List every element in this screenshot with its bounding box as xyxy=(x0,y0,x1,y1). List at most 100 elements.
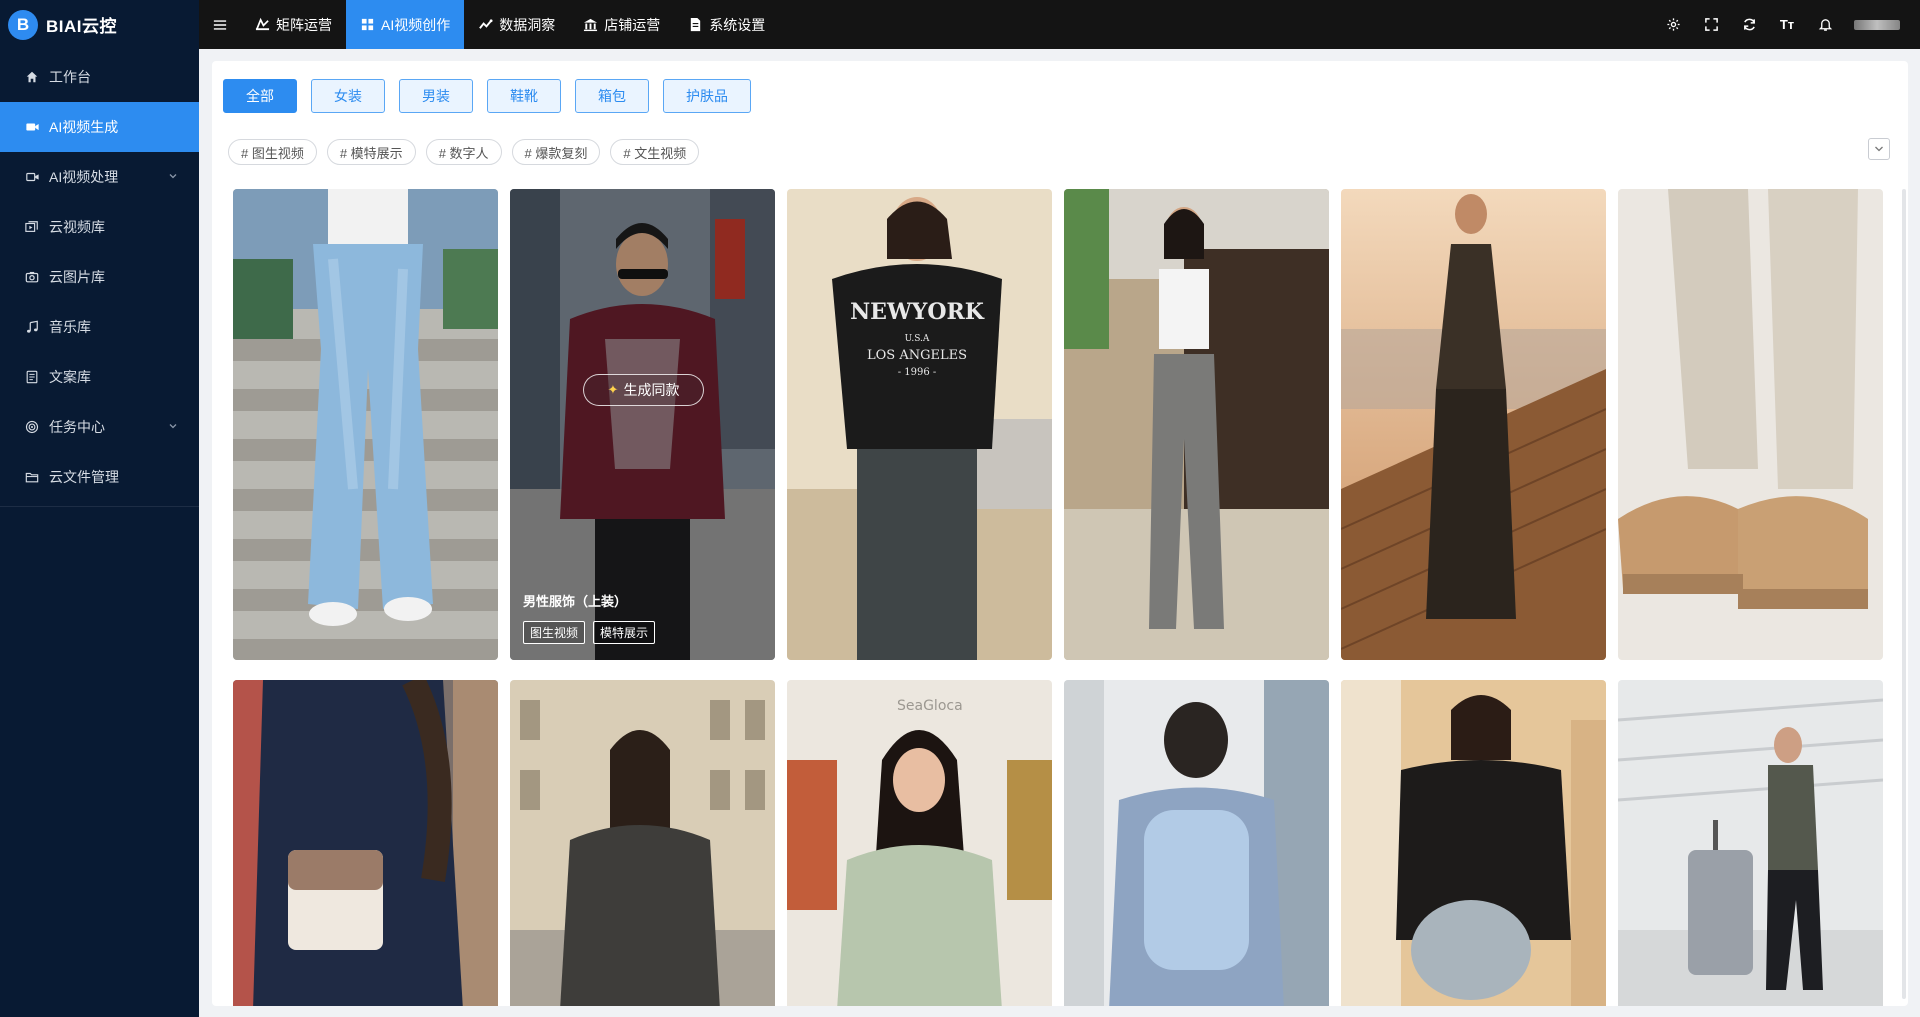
template-card-hovered[interactable]: ✦ 生成同款 男性服饰（上装） 图生视频 模特展示 xyxy=(510,189,775,660)
tab-label: 数据洞察 xyxy=(499,16,556,33)
expand-filters-button[interactable] xyxy=(1868,138,1890,160)
app-name: BIAI云控 xyxy=(46,17,117,36)
tag-digital-human[interactable]: # 数字人 xyxy=(425,139,502,165)
template-card[interactable]: NEWYORK U.S.A LOS ANGELES - 1996 - xyxy=(787,189,1052,660)
template-card[interactable] xyxy=(233,680,498,1006)
sidebar-item-copywriting[interactable]: 文案库 xyxy=(0,352,199,402)
template-grid: ✦ 生成同款 男性服饰（上装） 图生视频 模特展示 NEWYORK U.S.A … xyxy=(233,189,1883,1006)
sidebar-item-cloud-files[interactable]: 云文件管理 xyxy=(0,452,199,502)
tab-system-settings[interactable]: 系统设置 xyxy=(674,0,779,49)
thumbnail-man-airport-luggage xyxy=(1618,680,1883,1006)
tab-label: AI视频创作 xyxy=(381,16,451,33)
category-womenswear-button[interactable]: 女装 xyxy=(311,79,385,113)
store-icon xyxy=(584,18,598,32)
tshirt-print-text: - 1996 - xyxy=(898,367,937,378)
settings-icon[interactable] xyxy=(1664,16,1682,34)
sidebar-item-workbench[interactable]: 工作台 xyxy=(0,52,199,102)
sidebar-menu: 工作台 AI视频生成 AI视频处理 云视频库 云图片库 音乐库 文案库 任务中心… xyxy=(0,52,199,507)
tab-ai-video-create[interactable]: AI视频创作 xyxy=(346,0,465,49)
music-icon xyxy=(24,319,40,335)
menu-toggle-icon[interactable] xyxy=(199,0,241,49)
sidebar-item-ai-video-generate[interactable]: AI视频生成 xyxy=(0,102,199,152)
insight-icon xyxy=(479,19,493,29)
card-tag: 模特展示 xyxy=(593,621,656,644)
tshirt-print-text: U.S.A xyxy=(905,334,930,344)
user-name-blurred[interactable] xyxy=(1854,19,1900,30)
sidebar-divider xyxy=(0,506,199,507)
sidebar-item-label: 文案库 xyxy=(49,369,91,385)
chevron-down-icon xyxy=(1875,146,1883,152)
topbar-tools: Tт xyxy=(1664,0,1900,49)
thumbnail-woman-dress-boardwalk xyxy=(1341,189,1606,660)
chevron-down-icon xyxy=(169,174,177,179)
generate-same-label: 生成同款 xyxy=(623,382,680,398)
target-icon xyxy=(24,419,40,435)
template-card[interactable] xyxy=(233,189,498,660)
app-logo[interactable]: B BIAI云控 xyxy=(0,0,199,49)
gallery-sign-text: SeaGloca xyxy=(897,698,963,714)
tag-image-to-video[interactable]: # 图生视频 xyxy=(228,139,317,165)
broadcast-icon xyxy=(255,17,270,31)
sidebar-item-ai-video-process[interactable]: AI视频处理 xyxy=(0,152,199,202)
thumbnail-woman-cafe-street xyxy=(1064,189,1329,660)
tshirt-print-text: LOS ANGELES xyxy=(867,348,967,363)
document-icon xyxy=(24,369,40,385)
category-shoes-button[interactable]: 鞋靴 xyxy=(487,79,561,113)
template-card[interactable] xyxy=(1064,189,1329,660)
tab-data-insight[interactable]: 数据洞察 xyxy=(464,0,569,49)
thumbnail-sneakers-closeup xyxy=(1618,189,1883,660)
fullscreen-icon[interactable] xyxy=(1702,16,1720,34)
template-card[interactable]: SeaGloca xyxy=(787,680,1052,1006)
thumbnail-woman-paris-street xyxy=(510,680,775,1006)
content-panel: 全部 女装 男装 鞋靴 箱包 护肤品 # 图生视频 # 模特展示 # 数字人 #… xyxy=(212,61,1908,1006)
video-library-icon xyxy=(24,219,40,235)
category-skincare-button[interactable]: 护肤品 xyxy=(663,79,751,113)
sidebar-item-cloud-image[interactable]: 云图片库 xyxy=(0,252,199,302)
template-card[interactable] xyxy=(1341,189,1606,660)
tab-store-ops[interactable]: 店铺运营 xyxy=(569,0,674,49)
sidebar-item-label: 音乐库 xyxy=(49,319,91,335)
category-bags-button[interactable]: 箱包 xyxy=(575,79,649,113)
category-all-button[interactable]: 全部 xyxy=(223,79,297,113)
thumbnail-newyork-tshirt: NEWYORK U.S.A LOS ANGELES - 1996 - xyxy=(787,189,1052,660)
template-card[interactable] xyxy=(1064,680,1329,1006)
sidebar: B BIAI云控 工作台 AI视频生成 AI视频处理 云视频库 云图片库 音乐库 xyxy=(0,0,199,1017)
top-navbar: 矩阵运营 AI视频创作 数据洞察 店铺运营 系统设置 Tт xyxy=(199,0,1920,49)
thumbnail-jeans-on-stairs xyxy=(233,189,498,660)
category-menswear-button[interactable]: 男装 xyxy=(399,79,473,113)
camera-icon xyxy=(24,269,40,285)
tab-label: 店铺运营 xyxy=(604,16,661,33)
tag-model-showcase[interactable]: # 模特展示 xyxy=(326,139,416,165)
sidebar-item-task-center[interactable]: 任务中心 xyxy=(0,402,199,452)
settings-doc-icon xyxy=(691,17,701,32)
refresh-icon[interactable] xyxy=(1740,16,1758,34)
template-card[interactable] xyxy=(510,680,775,1006)
sparkle-icon: ✦ xyxy=(607,382,619,397)
sidebar-item-label: 云视频库 xyxy=(49,219,105,235)
tag-text-to-video[interactable]: # 文生视频 xyxy=(610,139,700,165)
grid-scrollbar[interactable] xyxy=(1900,189,1908,999)
template-card[interactable] xyxy=(1341,680,1606,1006)
template-card[interactable] xyxy=(1618,680,1883,1006)
sidebar-item-label: 云图片库 xyxy=(49,269,105,285)
bell-icon[interactable] xyxy=(1816,16,1834,34)
sidebar-item-label: AI视频生成 xyxy=(49,119,119,135)
logo-icon: B xyxy=(8,9,38,40)
chevron-down-icon xyxy=(169,424,177,429)
sidebar-item-label: AI视频处理 xyxy=(49,169,119,185)
generate-same-button[interactable]: ✦ 生成同款 xyxy=(583,374,704,406)
thumbnail-woman-with-bag-street xyxy=(233,680,498,1006)
tab-label: 矩阵运营 xyxy=(276,16,332,33)
tab-matrix-ops[interactable]: 矩阵运营 xyxy=(241,0,346,49)
video-icon xyxy=(24,119,40,135)
thumbnail-man-backpack xyxy=(1064,680,1329,1006)
font-size-icon[interactable]: Tт xyxy=(1778,16,1796,34)
sidebar-item-music[interactable]: 音乐库 xyxy=(0,302,199,352)
scrollbar-thumb[interactable] xyxy=(1902,189,1906,999)
thumbnail-woman-leather-jacket xyxy=(1341,680,1606,1006)
card-title: 男性服饰（上装） xyxy=(523,594,628,609)
template-card[interactable] xyxy=(1618,189,1883,660)
category-filter: 全部 女装 男装 鞋靴 箱包 护肤品 xyxy=(223,79,751,113)
sidebar-item-cloud-video[interactable]: 云视频库 xyxy=(0,202,199,252)
tag-viral-replicate[interactable]: # 爆款复刻 xyxy=(511,139,601,165)
